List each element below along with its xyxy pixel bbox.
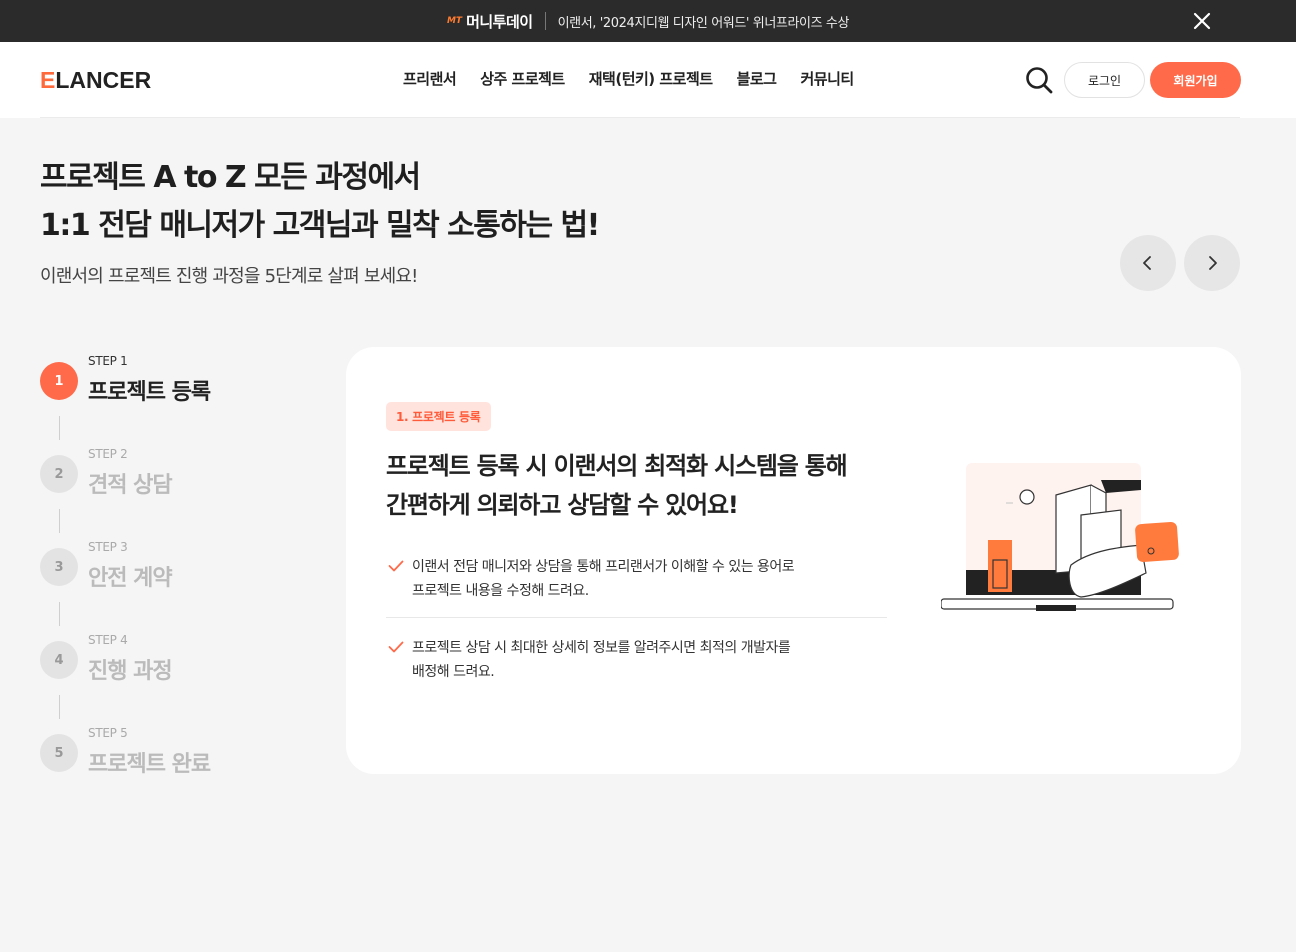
chevron-right-icon: [1209, 256, 1217, 270]
step-number-badge: 3: [40, 548, 78, 586]
card-title: 프로젝트 등록 시 이랜서의 최적화 시스템을 통해 간편하게 의뢰하고 상담할…: [386, 452, 848, 519]
money-today-logo-mark: MT: [446, 16, 463, 26]
elancer-logo[interactable]: ELANCER: [40, 67, 151, 94]
step-item-2[interactable]: 2 STEP 2 견적 상담: [40, 445, 300, 505]
search-icon[interactable]: [1024, 65, 1054, 95]
step-connector: [59, 509, 60, 533]
hero-subtitle: 이랜서의 프로젝트 진행 과정을 5단계로 살펴 보세요!: [40, 266, 418, 287]
step-number-badge: 4: [40, 641, 78, 679]
list-item-text: 프로젝트 상담 시 최대한 상세히 정보를 알려주시면 최적의 개발자를 배정해 …: [412, 640, 791, 680]
step-tag: 1. 프로젝트 등록: [386, 402, 491, 431]
step-connector: [59, 602, 60, 626]
step-item-3[interactable]: 3 STEP 3 안전 계약: [40, 538, 300, 598]
chevron-left-icon: [1143, 256, 1151, 270]
step-number-badge: 1: [40, 362, 78, 400]
step-label: 프로젝트 등록: [88, 380, 211, 405]
step-caption: STEP 3: [88, 540, 128, 554]
prev-slide-button[interactable]: [1120, 235, 1176, 291]
nav-item-freelancer[interactable]: 프리랜서: [403, 68, 457, 89]
step-item-5[interactable]: 5 STEP 5 프로젝트 완료: [40, 724, 300, 784]
step-label: 견적 상담: [88, 473, 173, 498]
step-number-badge: 5: [40, 734, 78, 772]
feature-list: 이랜서 전담 매니저와 상담을 통해 프리랜서가 이해할 수 있는 용어로 프로젝…: [386, 547, 887, 698]
step-label: 안전 계약: [88, 566, 173, 591]
main-content: 프로젝트 A to Z 모든 과정에서 1:1 전담 매니저가 고객님과 밀착 …: [0, 118, 1296, 952]
step-detail-card: 1. 프로젝트 등록 프로젝트 등록 시 이랜서의 최적화 시스템을 통해 간편…: [346, 347, 1241, 774]
next-slide-button[interactable]: [1184, 235, 1240, 291]
list-item: 프로젝트 상담 시 최대한 상세히 정보를 알려주시면 최적의 개발자를 배정해 …: [386, 617, 887, 698]
banner-logo: MT 머니투데이: [447, 11, 533, 32]
list-item: 이랜서 전담 매니저와 상담을 통해 프리랜서가 이해할 수 있는 용어로 프로젝…: [386, 547, 887, 617]
login-button[interactable]: 로그인: [1064, 62, 1145, 98]
main-nav: 프리랜서 상주 프로젝트 재택(턴키) 프로젝트 블로그 커뮤니티: [403, 68, 854, 89]
banner-brand: 머니투데이: [466, 12, 533, 31]
close-icon[interactable]: [1190, 9, 1214, 33]
banner-content[interactable]: MT 머니투데이 이랜서, '2024지디웹 디자인 어워드' 위너프라이즈 수…: [447, 11, 849, 32]
signup-button[interactable]: 회원가입: [1150, 62, 1241, 98]
step-item-1[interactable]: 1 STEP 1 프로젝트 등록: [40, 352, 300, 412]
banner-text: 이랜서, '2024지디웹 디자인 어워드' 위너프라이즈 수상: [557, 15, 850, 31]
list-item-text: 이랜서 전담 매니저와 상담을 통해 프리랜서가 이해할 수 있는 용어로 프로젝…: [412, 559, 795, 599]
step-caption: STEP 5: [88, 726, 128, 740]
step-caption: STEP 4: [88, 633, 128, 647]
step-item-4[interactable]: 4 STEP 4 진행 과정: [40, 631, 300, 691]
top-banner: MT 머니투데이 이랜서, '2024지디웹 디자인 어워드' 위너프라이즈 수…: [0, 0, 1296, 42]
hero-title: 프로젝트 A to Z 모든 과정에서 1:1 전담 매니저가 고객님과 밀착 …: [40, 160, 600, 243]
step-label: 진행 과정: [88, 659, 173, 684]
check-icon: [388, 560, 404, 572]
nav-item-community[interactable]: 커뮤니티: [800, 68, 854, 89]
step-caption: STEP 1: [88, 354, 128, 368]
step-connector: [59, 416, 60, 440]
banner-divider: [544, 12, 546, 30]
step-label: 프로젝트 완료: [88, 752, 211, 777]
nav-item-onsite-project[interactable]: 상주 프로젝트: [480, 68, 565, 89]
check-icon: [388, 641, 404, 653]
nav-item-blog[interactable]: 블로그: [737, 68, 777, 89]
project-registration-illustration: [941, 463, 1179, 611]
site-header: ELANCER 프리랜서 상주 프로젝트 재택(턴키) 프로젝트 블로그 커뮤니…: [0, 42, 1296, 118]
step-caption: STEP 2: [88, 447, 128, 461]
nav-item-remote-project[interactable]: 재택(턴키) 프로젝트: [589, 68, 713, 89]
step-number-badge: 2: [40, 455, 78, 493]
step-connector: [59, 695, 60, 719]
